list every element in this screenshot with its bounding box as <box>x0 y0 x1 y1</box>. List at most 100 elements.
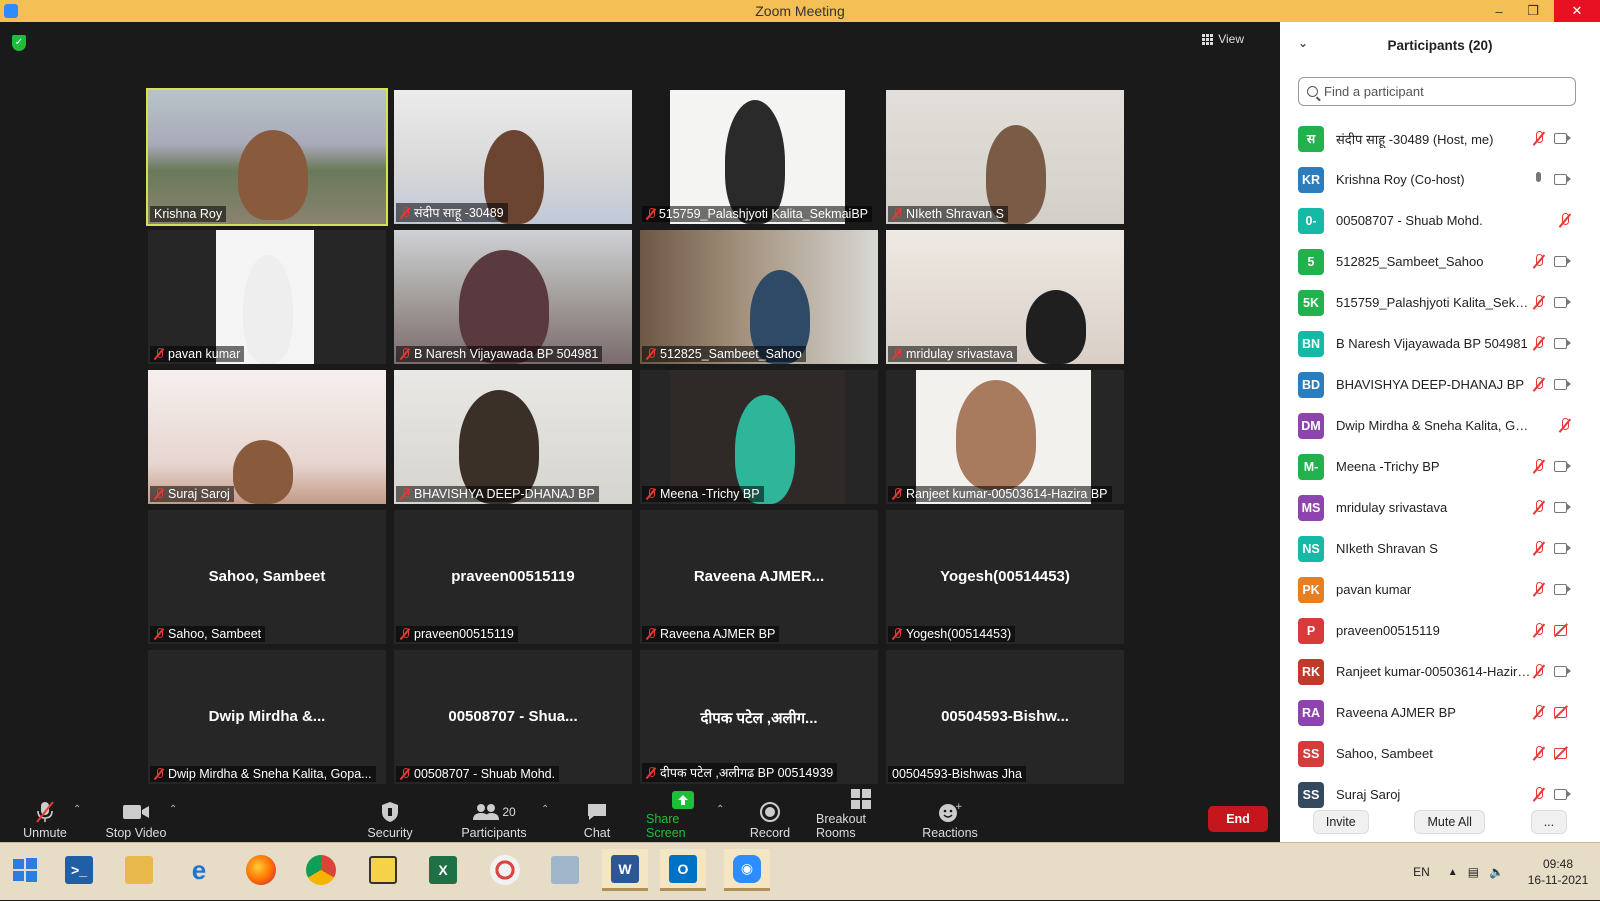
outlook-icon[interactable]: O <box>660 849 706 891</box>
video-tile[interactable]: 00508707 - Shua... 00508707 - Shuab Mohd. <box>394 650 632 784</box>
video-tile[interactable]: Yogesh(00514453) Yogesh(00514453) <box>886 510 1124 644</box>
share-options-caret-icon[interactable]: ⌃ <box>716 804 724 815</box>
video-tile[interactable]: mridulay srivastava <box>886 230 1124 364</box>
participant-row[interactable]: PK pavan kumar <box>1280 569 1600 610</box>
start-windows-icon[interactable] <box>2 849 48 891</box>
reactions-button[interactable]: + Reactions <box>922 798 978 842</box>
file-explorer-icon[interactable] <box>116 849 162 891</box>
unmute-button[interactable]: Unmute <box>20 798 70 842</box>
volume-icon[interactable]: 🔈 <box>1489 865 1504 879</box>
close-button[interactable]: ✕ <box>1554 0 1600 22</box>
participant-row[interactable]: 5K 515759_Palashjyoti Kalita_Sekm... <box>1280 282 1600 323</box>
view-button[interactable]: View <box>1202 32 1244 46</box>
record-button[interactable]: Record <box>748 798 792 842</box>
video-tile[interactable]: Raveena AJMER... Raveena AJMER BP <box>640 510 878 644</box>
participant-row[interactable]: SS Sahoo, Sambeet <box>1280 733 1600 774</box>
stop-video-button[interactable]: Stop Video <box>104 798 168 842</box>
search-participant-input[interactable]: Find a participant <box>1298 77 1576 106</box>
participant-row[interactable]: M- Meena -Trichy BP <box>1280 446 1600 487</box>
microphone-muted-icon[interactable] <box>1532 623 1546 638</box>
video-camera-off-icon[interactable] <box>1554 624 1572 636</box>
participant-row[interactable]: DM Dwip Mirdha & Sneha Kalita, Gopan... <box>1280 405 1600 446</box>
video-tile[interactable]: 00504593-Bishw... 00504593-Bishwas Jha <box>886 650 1124 784</box>
participant-row[interactable]: NS NIketh Shravan S <box>1280 528 1600 569</box>
microphone-icon[interactable] <box>1532 172 1546 187</box>
video-tile[interactable]: Sahoo, Sambeet Sahoo, Sambeet <box>148 510 386 644</box>
microphone-muted-icon[interactable] <box>1532 377 1546 392</box>
word-icon[interactable]: W <box>602 849 648 891</box>
participant-row[interactable]: 5 512825_Sambeet_Sahoo <box>1280 241 1600 282</box>
video-camera-icon[interactable] <box>1554 296 1572 308</box>
microphone-muted-icon[interactable] <box>1558 418 1572 433</box>
video-tile[interactable]: Krishna Roy <box>146 88 388 226</box>
video-tile[interactable]: 515759_Palashjyoti Kalita_SekmaiBP <box>640 90 878 224</box>
share-screen-button[interactable]: Share Screen <box>646 791 720 842</box>
firefox-icon[interactable] <box>238 849 284 891</box>
video-tile[interactable]: B Naresh Vijayawada BP 504981 <box>394 230 632 364</box>
more-options-button[interactable]: ... <box>1530 810 1568 834</box>
video-tile[interactable]: NIketh Shravan S <box>886 90 1124 224</box>
microphone-muted-icon[interactable] <box>1532 746 1546 761</box>
participant-row[interactable]: RK Ranjeet kumar-00503614-Hazira... <box>1280 651 1600 692</box>
paint-icon[interactable] <box>482 849 528 891</box>
microphone-muted-icon[interactable] <box>1532 664 1546 679</box>
video-camera-icon[interactable] <box>1554 255 1572 267</box>
internet-explorer-icon[interactable]: e <box>176 849 222 891</box>
video-tile[interactable]: praveen00515119 praveen00515119 <box>394 510 632 644</box>
end-meeting-button[interactable]: End <box>1208 806 1268 832</box>
microphone-muted-icon[interactable] <box>1532 254 1546 269</box>
participant-row[interactable]: SS Suraj Saroj <box>1280 774 1600 815</box>
participant-row[interactable]: BD BHAVISHYA DEEP-DHANAJ BP <box>1280 364 1600 405</box>
chat-button[interactable]: Chat <box>579 798 615 842</box>
network-icon[interactable]: ▤ <box>1468 865 1479 879</box>
minimize-button[interactable]: – <box>1482 0 1516 22</box>
microphone-muted-icon[interactable] <box>1532 336 1546 351</box>
video-tile[interactable]: 512825_Sambeet_Sahoo <box>640 230 878 364</box>
microphone-muted-icon[interactable] <box>1532 787 1546 802</box>
language-indicator[interactable]: EN <box>1413 865 1430 879</box>
video-tile[interactable]: Suraj Saroj <box>148 370 386 504</box>
video-camera-icon[interactable] <box>1554 378 1572 390</box>
video-camera-icon[interactable] <box>1554 583 1572 595</box>
participant-row[interactable]: BN B Naresh Vijayawada BP 504981 <box>1280 323 1600 364</box>
video-camera-icon[interactable] <box>1554 788 1572 800</box>
video-camera-icon[interactable] <box>1554 460 1572 472</box>
microphone-muted-icon[interactable] <box>1532 705 1546 720</box>
microphone-muted-icon[interactable] <box>1532 500 1546 515</box>
participants-options-caret-icon[interactable]: ⌃ <box>541 804 549 815</box>
video-camera-off-icon[interactable] <box>1554 706 1572 718</box>
video-tile[interactable]: Ranjeet kumar-00503614-Hazira BP <box>886 370 1124 504</box>
microphone-muted-icon[interactable] <box>1532 582 1546 597</box>
microphone-muted-icon[interactable] <box>1558 213 1572 228</box>
participant-row[interactable]: Ppraveen00515119 <box>1280 610 1600 651</box>
clock[interactable]: 09:48 16-11-2021 <box>1516 856 1600 888</box>
participant-row[interactable]: RA Raveena AJMER BP <box>1280 692 1600 733</box>
video-camera-icon[interactable] <box>1554 542 1572 554</box>
video-options-caret-icon[interactable]: ⌃ <box>169 804 177 815</box>
audio-options-caret-icon[interactable]: ⌃ <box>73 804 81 815</box>
video-camera-off-icon[interactable] <box>1554 747 1572 759</box>
collapse-chevron-icon[interactable]: ⌄ <box>1298 36 1308 50</box>
powershell-icon[interactable]: >_ <box>56 849 102 891</box>
excel-icon[interactable]: X <box>420 849 466 891</box>
microphone-muted-icon[interactable] <box>1532 459 1546 474</box>
video-tile[interactable]: Meena -Trichy BP <box>640 370 878 504</box>
tray-expand-icon[interactable]: ▲ <box>1448 867 1458 878</box>
security-button[interactable]: Security <box>366 798 414 842</box>
video-camera-icon[interactable] <box>1554 132 1572 144</box>
microphone-muted-icon[interactable] <box>1532 295 1546 310</box>
microphone-muted-icon[interactable] <box>1532 541 1546 556</box>
microphone-muted-icon[interactable] <box>1532 131 1546 146</box>
mute-all-button[interactable]: Mute All <box>1414 810 1485 834</box>
video-tile[interactable]: Dwip Mirdha &... Dwip Mirdha & Sneha Kali… <box>148 650 386 784</box>
chrome-icon[interactable] <box>298 849 344 891</box>
video-tile[interactable]: दीपक पटेल ,अलीग... दीपक पटेल ,अलीगढ BP 00… <box>640 650 878 784</box>
maximize-button[interactable]: ❐ <box>1516 0 1550 22</box>
participant-row[interactable]: KR Krishna Roy (Co-host) <box>1280 159 1600 200</box>
video-tile[interactable]: संदीप साहू -30489 <box>394 90 632 224</box>
video-tile[interactable]: BHAVISHYA DEEP-DHANAJ BP <box>394 370 632 504</box>
video-camera-icon[interactable] <box>1554 665 1572 677</box>
breakout-rooms-button[interactable]: Breakout Rooms <box>816 789 906 842</box>
invite-button[interactable]: Invite <box>1312 810 1369 834</box>
participant-row[interactable]: MS mridulay srivastava <box>1280 487 1600 528</box>
